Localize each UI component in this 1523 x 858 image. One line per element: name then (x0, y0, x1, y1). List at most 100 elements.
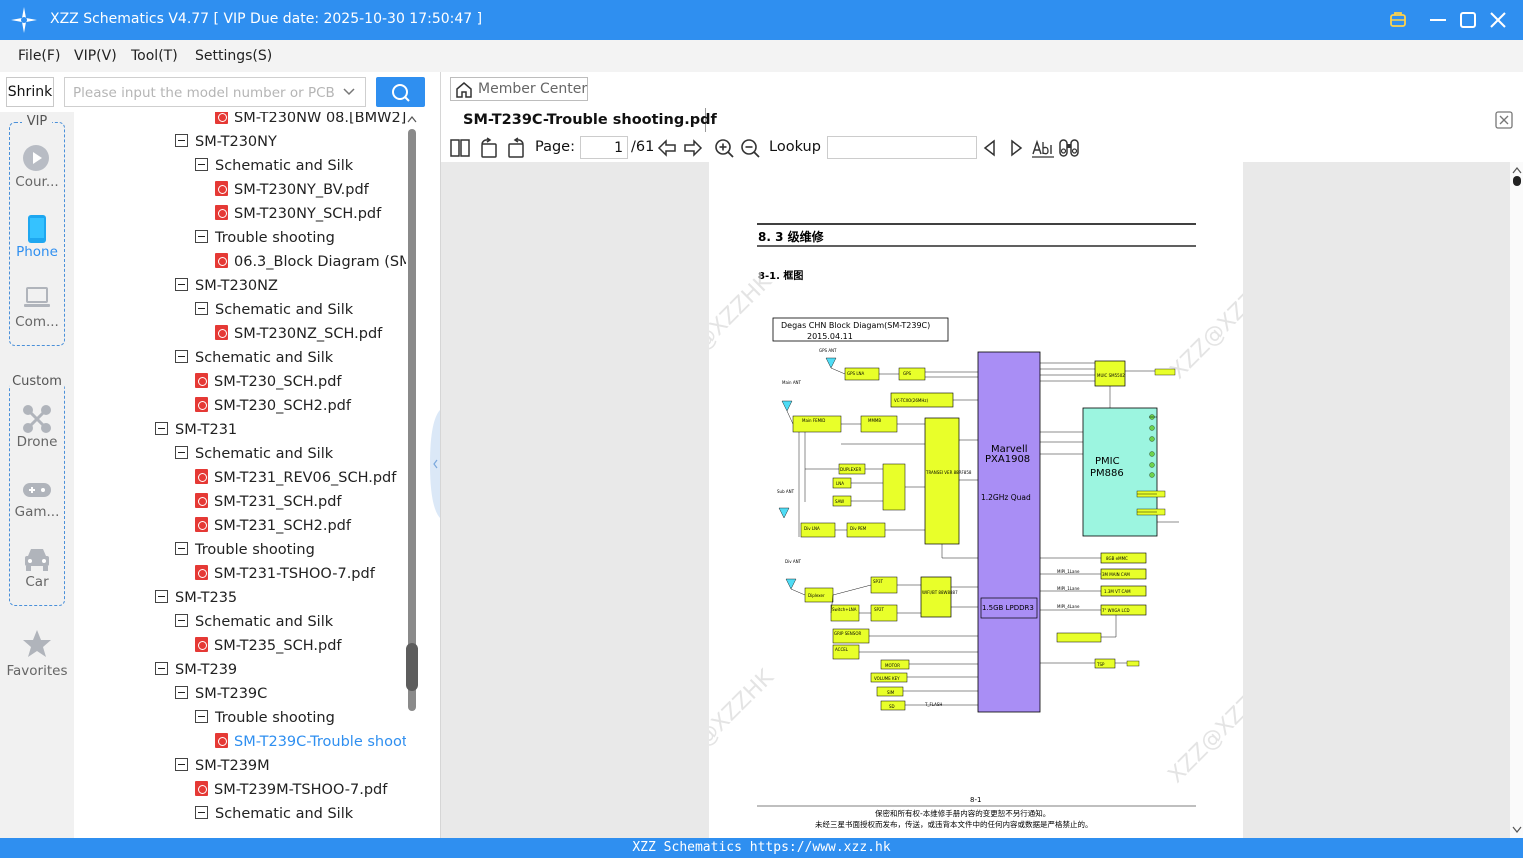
collapse-toggle-icon[interactable] (195, 301, 208, 315)
tree-file-item[interactable]: SM-T231-TSHOO-7.pdf (195, 562, 375, 586)
two-page-view-icon[interactable] (449, 137, 471, 159)
lookup-input[interactable] (827, 136, 977, 159)
tree-folder-item[interactable]: Schematic and Silk (175, 346, 333, 370)
collapse-toggle-icon[interactable] (155, 421, 168, 435)
collapse-toggle-icon[interactable] (195, 805, 208, 819)
menu-vip[interactable]: VIP(V) (74, 48, 117, 64)
tree-folder-item[interactable]: Schematic and Silk (195, 802, 353, 826)
tree-folder-item[interactable]: Trouble shooting (195, 706, 335, 730)
close-icon[interactable] (1487, 9, 1509, 31)
sidebar-item-label: Gam... (14, 504, 60, 520)
collapse-toggle-icon[interactable] (175, 685, 188, 699)
tree-folder-item[interactable]: SM-T239M (175, 754, 270, 778)
collapse-toggle-icon[interactable] (155, 661, 168, 675)
title-bar[interactable]: XZZ Schematics V4.77 [ VIP Due date: 202… (0, 0, 1523, 40)
menu-tool[interactable]: Tool(T) (131, 48, 178, 64)
collapse-toggle-icon[interactable] (195, 229, 208, 243)
zoom-out-icon[interactable] (739, 137, 761, 159)
sidebar-item-phone[interactable]: Phone (0, 214, 74, 262)
tree-file-item[interactable]: SM-T231_SCH2.pdf (195, 514, 351, 538)
tree-item-label: Trouble shooting (195, 542, 315, 558)
tree-file-item[interactable]: 06.3_Block Diagram (SM-T (215, 250, 406, 274)
collapse-toggle-icon[interactable] (175, 445, 188, 459)
close-document-icon[interactable] (1494, 110, 1514, 130)
tree-folder-item[interactable]: SM-T239C (175, 682, 267, 706)
collapse-toggle-icon[interactable] (175, 277, 188, 291)
tab-document[interactable]: SM-T239C-Trouble shooting.pdf (451, 108, 717, 132)
viewer-scrollbar[interactable] (1510, 162, 1523, 838)
tree-file-item[interactable]: SM-T231_REV06_SCH.pdf (195, 466, 396, 490)
tree-folder-item[interactable]: SM-T231 (155, 418, 237, 442)
sidebar-item-computer[interactable]: Com... (0, 284, 74, 332)
tree-file-item[interactable]: SM-T230NZ_SCH.pdf (215, 322, 382, 346)
sidebar-item-car[interactable]: Car (0, 544, 74, 592)
tree-folder-item[interactable]: SM-T239 (155, 658, 237, 682)
shrink-button[interactable]: Shrink (6, 77, 54, 107)
sidebar-item-drone[interactable]: Drone (0, 404, 74, 452)
pdf-file-icon (215, 112, 228, 124)
pdf-section-heading: 8. 3 级维修 (758, 229, 825, 244)
next-page-icon[interactable] (682, 137, 704, 159)
sidebar-item-favorites[interactable]: Favorites (0, 629, 74, 679)
pdf-footer-line-1: 保密和所有权-本维修手册内容的变更恕不另行通知。 (875, 808, 1050, 818)
viewer-scrollbar-thumb[interactable] (1513, 176, 1521, 186)
find-previous-icon[interactable] (979, 137, 1001, 159)
tree-file-item[interactable]: SM-T235_SCH.pdf (195, 634, 342, 658)
tree-folder-item[interactable]: Trouble shooting (195, 226, 335, 250)
menu-settings[interactable]: Settings(S) (195, 48, 272, 64)
search-input[interactable] (73, 83, 335, 102)
tree-folder-item[interactable]: Schematic and Silk (195, 298, 353, 322)
collapse-toggle-icon[interactable] (195, 157, 208, 171)
collapse-toggle-icon[interactable] (175, 541, 188, 555)
tree-folder-item[interactable]: Schematic and Silk (175, 610, 333, 634)
tree-folder-item[interactable]: SM-T235 (155, 586, 237, 610)
rotate-left-icon[interactable] (478, 137, 500, 159)
previous-page-icon[interactable] (656, 137, 678, 159)
match-case-icon[interactable] (1031, 137, 1055, 159)
tree-folder-item[interactable]: Schematic and Silk (195, 154, 353, 178)
tree-file-item[interactable]: SM-T230NY_BV.pdf (215, 178, 369, 202)
tree-file-item[interactable]: SM-T231_SCH.pdf (195, 490, 342, 514)
collapse-toggle-icon[interactable] (195, 709, 208, 723)
tree-file-item[interactable]: SM-T230NY_SCH.pdf (215, 202, 381, 226)
rotate-right-icon[interactable] (505, 137, 527, 159)
minimize-icon[interactable] (1427, 9, 1449, 31)
collapse-toggle-icon[interactable] (175, 613, 188, 627)
scroll-up-icon[interactable] (1512, 166, 1522, 174)
vip-badge-icon[interactable] (1387, 9, 1409, 31)
tree-file-item[interactable]: SM-T230_SCH2.pdf (195, 394, 351, 418)
tree-folder-item[interactable]: Trouble shooting (175, 538, 315, 562)
collapse-toggle-icon[interactable] (175, 757, 188, 771)
tree-folder-item[interactable]: SM-T230NZ (175, 274, 278, 298)
member-center-button[interactable]: Member Center (450, 77, 588, 101)
tree-scrollbar-thumb[interactable] (406, 643, 418, 691)
chevron-down-icon[interactable] (343, 87, 355, 97)
tree-scrollbar[interactable] (406, 112, 418, 838)
wifi-label: WIFI/BT 88W8887 (922, 590, 958, 595)
tree-scrollbar-track-fill[interactable] (408, 129, 416, 711)
tree-folder-item[interactable]: SM-T230NY (175, 130, 277, 154)
find-all-binoculars-icon[interactable] (1058, 137, 1080, 159)
tree-file-item[interactable]: SM-T230_SCH.pdf (195, 370, 342, 394)
tsp-label: TSP (1096, 662, 1105, 667)
zoom-in-icon[interactable] (713, 137, 735, 159)
scroll-up-icon[interactable] (407, 115, 417, 123)
maximize-icon[interactable] (1457, 9, 1479, 31)
find-next-icon[interactable] (1005, 137, 1027, 159)
pdf-file-icon (195, 468, 208, 484)
page-number-input[interactable] (580, 136, 628, 159)
sidebar-item-games[interactable]: Gam... (0, 474, 74, 522)
collapse-toggle-icon[interactable] (175, 349, 188, 363)
collapse-toggle-icon[interactable] (155, 589, 168, 603)
muic-label: MUIC SM5502 (1097, 373, 1125, 378)
tree-file-item[interactable]: SM-T230NW 08.[BMW2]_ (215, 112, 406, 130)
tree-folder-item[interactable]: Schematic and Silk (175, 442, 333, 466)
tree-file-item[interactable]: SM-T239C-Trouble shooti (215, 730, 406, 754)
collapse-toggle-icon[interactable] (175, 133, 188, 147)
pdf-viewer-area[interactable]: 8. 3 级维修 8-1. 框图 XZZ@XZZHK XZZ@XZZHK XZZ… (441, 162, 1523, 838)
tree-file-item[interactable]: SM-T239M-TSHOO-7.pdf (195, 778, 387, 802)
scroll-down-icon[interactable] (1512, 826, 1522, 834)
menu-file[interactable]: File(F) (18, 48, 60, 64)
search-button[interactable] (376, 77, 425, 107)
sidebar-item-courses[interactable]: Cour... (0, 144, 74, 192)
